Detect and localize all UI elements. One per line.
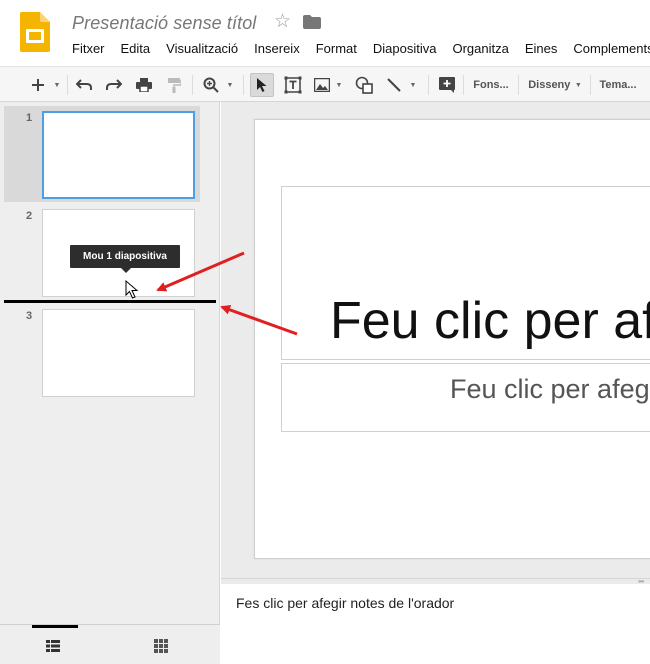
grid-view-icon[interactable]	[154, 639, 168, 658]
view-switcher	[0, 624, 220, 664]
toolbar-divider	[243, 75, 244, 95]
line-dropdown[interactable]: ▼	[407, 73, 419, 97]
theme-button-label: Tema...	[599, 79, 637, 91]
menu-view[interactable]: Visualització	[166, 41, 238, 56]
image-dropdown[interactable]: ▼	[333, 73, 345, 97]
layout-button[interactable]: Disseny ▼	[524, 73, 586, 97]
toolbar-divider	[192, 75, 193, 95]
slide-thumbnail[interactable]	[42, 309, 195, 397]
drag-tooltip: Mou 1 diapositiva	[70, 245, 180, 268]
shape-icon[interactable]	[353, 73, 375, 97]
document-title[interactable]: Presentació sense títol	[72, 13, 256, 34]
drop-indicator-line	[4, 300, 216, 303]
toolbar-divider	[428, 75, 429, 95]
chevron-down-icon: ▼	[409, 81, 417, 89]
menu-insert[interactable]: Insereix	[254, 41, 300, 56]
text-box-icon[interactable]	[282, 73, 304, 97]
toolbar-divider	[67, 75, 68, 95]
menu-addons[interactable]: Complements	[573, 41, 650, 56]
theme-button[interactable]: Tema...	[596, 73, 640, 97]
tooltip-tail	[121, 268, 131, 273]
zoom-dropdown[interactable]: ▼	[224, 73, 236, 97]
menu-file[interactable]: Fitxer	[72, 41, 105, 56]
speaker-notes-panel[interactable]: Fes clic per afegir notes de l'orador	[221, 584, 650, 664]
active-view-indicator	[32, 625, 78, 628]
slide-thumbnail[interactable]	[42, 111, 195, 199]
menu-bar: Fitxer Edita Visualització Insereix Format Di…	[72, 40, 650, 58]
toolbar: ▼ ▼ ▼ ▼ Fons... Disseny ▼ Tema...	[0, 66, 650, 102]
undo-icon[interactable]	[74, 73, 94, 97]
title-placeholder-text: Feu clic per afegir un títol	[330, 292, 650, 350]
folder-icon[interactable]	[303, 15, 321, 29]
zoom-icon[interactable]	[200, 73, 222, 97]
paint-format-icon[interactable]	[164, 73, 184, 97]
current-slide[interactable]: Feu clic per afegir un títol Feu clic pe…	[254, 119, 650, 559]
background-button[interactable]: Fons...	[468, 73, 514, 97]
toolbar-divider	[590, 75, 591, 95]
menu-edit[interactable]: Edita	[121, 41, 151, 56]
slide-thumbnail-row-1[interactable]: 1	[4, 106, 200, 202]
new-slide-icon[interactable]	[28, 73, 48, 97]
slide-number: 3	[26, 310, 33, 322]
slide-number: 2	[26, 210, 33, 222]
app-header: Presentació sense títol ☆ Fitxer Edita Vis…	[0, 0, 650, 66]
filmstrip-view-icon[interactable]	[46, 639, 60, 657]
background-button-label: Fons...	[473, 79, 509, 91]
comment-icon[interactable]	[436, 73, 458, 97]
chevron-down-icon: ▼	[574, 81, 582, 89]
chevron-down-icon: ▼	[226, 81, 234, 89]
redo-icon[interactable]	[104, 73, 124, 97]
menu-arrange[interactable]: Organitza	[452, 41, 508, 56]
menu-format[interactable]: Format	[316, 41, 357, 56]
title-placeholder-box[interactable]: Feu clic per afegir un títol	[281, 186, 650, 360]
menu-tools[interactable]: Eines	[525, 41, 558, 56]
menu-slide[interactable]: Diapositiva	[373, 41, 437, 56]
subtitle-placeholder-text: Feu clic per afegir un subtítol	[450, 374, 650, 404]
select-icon[interactable]	[250, 73, 274, 97]
toolbar-divider	[463, 75, 464, 95]
line-icon[interactable]	[383, 73, 405, 97]
layout-button-label: Disseny	[528, 79, 571, 91]
new-slide-layout-dropdown[interactable]: ▼	[50, 73, 64, 97]
slides-logo-icon[interactable]	[20, 12, 50, 52]
slide-thumbnail-row-3[interactable]: 3	[4, 304, 200, 400]
subtitle-placeholder-box[interactable]: Feu clic per afegir un subtítol	[281, 363, 650, 432]
slide-editor-canvas: Feu clic per afegir un títol Feu clic pe…	[221, 102, 650, 578]
toolbar-divider	[518, 75, 519, 95]
print-icon[interactable]	[134, 73, 154, 97]
speaker-notes-placeholder: Fes clic per afegir notes de l'orador	[236, 595, 455, 611]
star-icon[interactable]: ☆	[274, 11, 291, 33]
slide-number: 1	[26, 112, 33, 124]
image-icon[interactable]	[312, 73, 332, 97]
chevron-down-icon: ▼	[335, 81, 343, 89]
chevron-down-icon: ▼	[53, 81, 61, 89]
